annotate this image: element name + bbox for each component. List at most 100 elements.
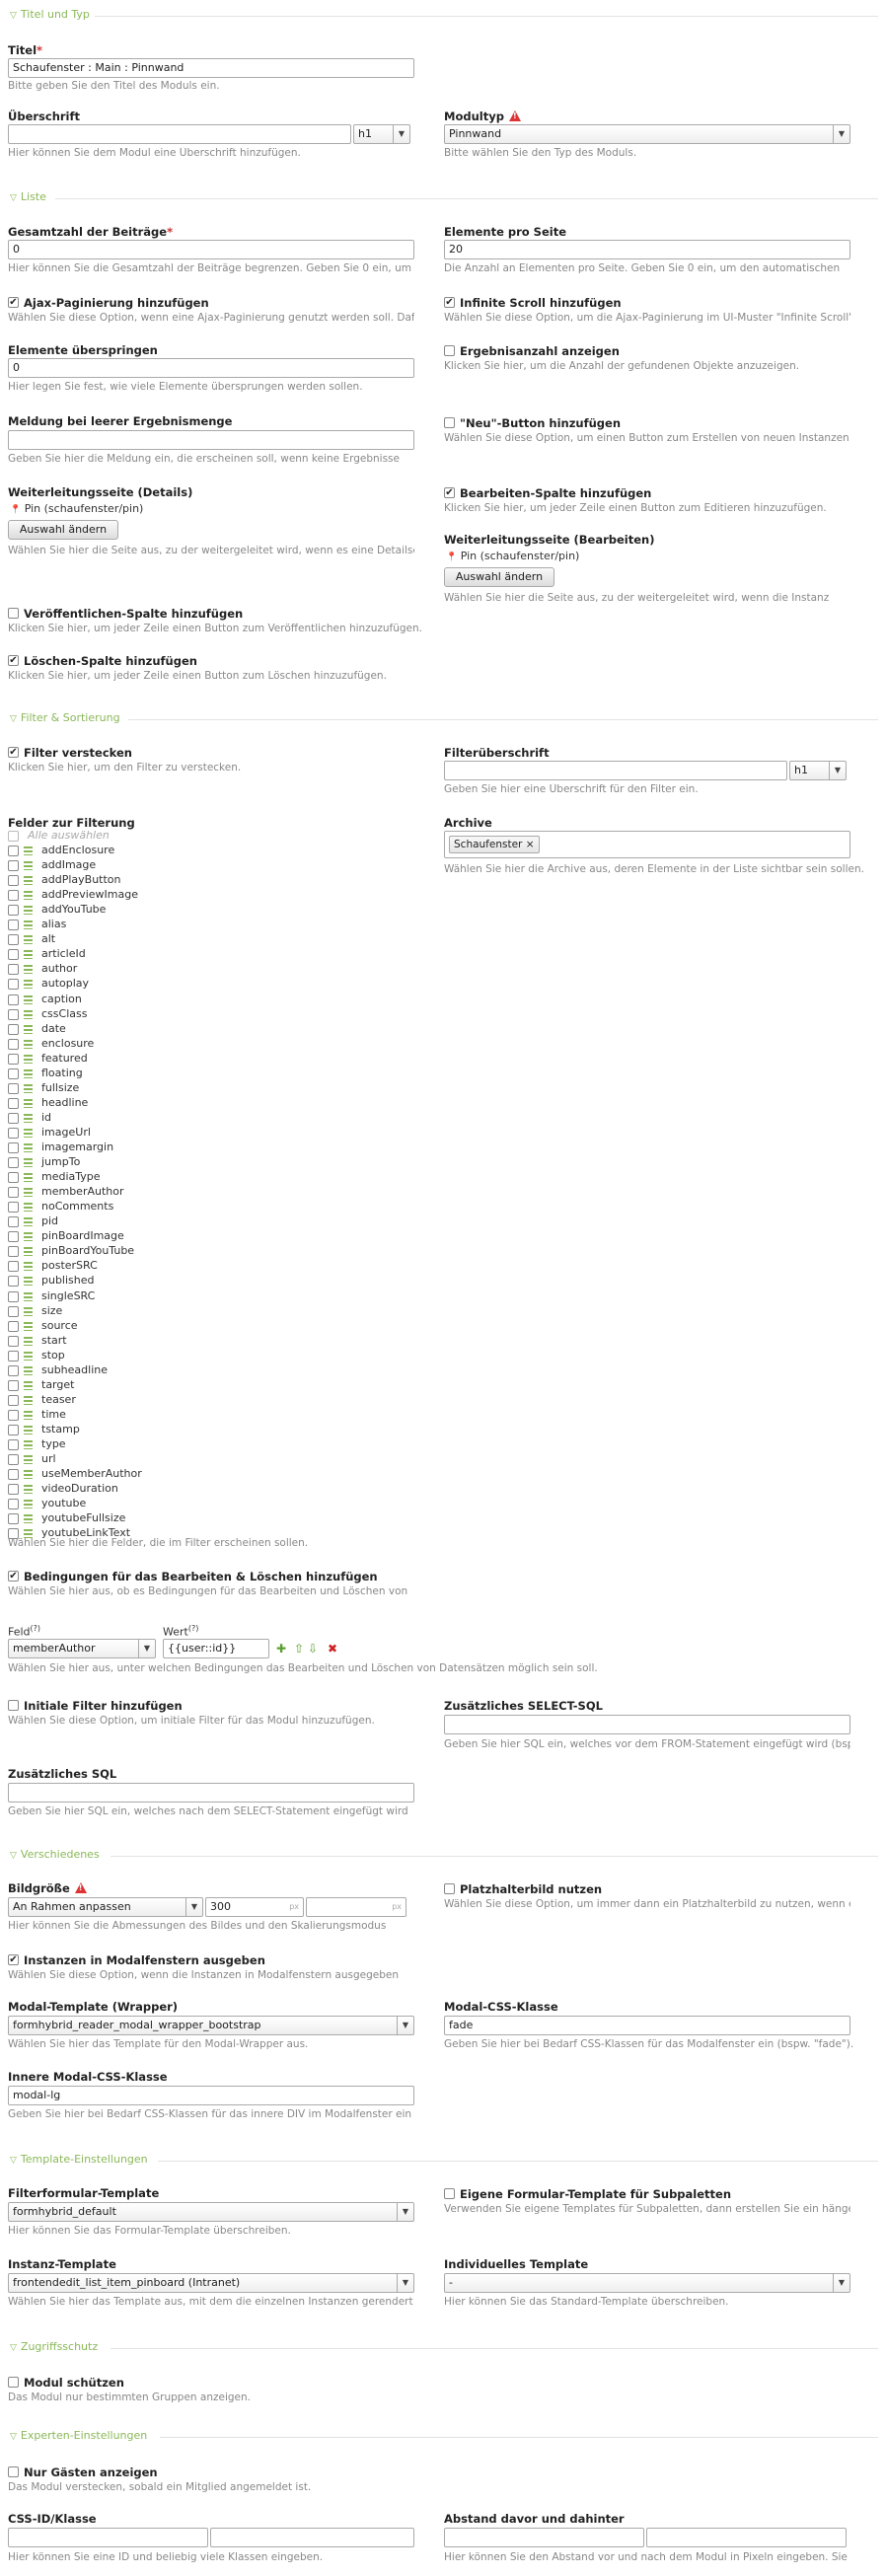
field-checkbox[interactable] [8,964,19,975]
initiale-checkbox[interactable] [8,1700,19,1711]
modultyp-select[interactable]: Pinnwand ▼ [444,124,850,144]
field-checkbox[interactable] [8,1499,19,1509]
drag-handle-icon[interactable] [24,980,33,989]
field-checkbox[interactable] [8,1187,19,1198]
drag-handle-icon[interactable] [24,906,33,915]
field-checkbox[interactable] [8,1024,19,1035]
drag-handle-icon[interactable] [24,1010,33,1019]
field-checkbox[interactable] [8,890,19,901]
abstand-dahinter-input[interactable] [646,2528,847,2547]
field-checkbox[interactable] [8,875,19,886]
field-checkbox[interactable] [8,1395,19,1406]
gaeste-checkbox[interactable] [8,2466,19,2477]
title-input[interactable]: Schaufenster : Main : Pinnwand [8,58,414,78]
field-checkbox[interactable] [8,905,19,916]
drag-handle-icon[interactable] [24,1514,33,1523]
instanz-template-select[interactable]: frontendedit_list_item_pinboard (Intrane… [8,2273,414,2293]
filterueberschrift-unit-select[interactable]: h1 ▼ [789,761,847,780]
proseite-input[interactable]: 20 [444,240,850,259]
field-checkbox[interactable] [8,934,19,945]
field-checkbox[interactable] [8,1009,19,1020]
css-class-input[interactable] [210,2528,414,2547]
delete-row-icon[interactable]: ✖ [328,1643,337,1655]
modal-template-select[interactable]: formhybrid_reader_modal_wrapper_bootstra… [8,2016,414,2035]
ueberschrift-unit-select[interactable]: h1 ▼ [353,124,410,144]
field-checkbox[interactable] [8,1351,19,1362]
ueberspringen-input[interactable]: 0 [8,358,414,378]
drag-handle-icon[interactable] [24,1084,33,1093]
drag-handle-icon[interactable] [24,1173,33,1182]
ueberschrift-input[interactable] [8,124,351,144]
drag-handle-icon[interactable] [24,1055,33,1064]
feld-select[interactable]: memberAuthor ▼ [8,1639,156,1658]
archive-tag[interactable]: Schaufenster × [449,836,540,853]
abstand-davor-input[interactable] [444,2528,644,2547]
gesamtzahl-input[interactable]: 0 [8,240,414,259]
field-checkbox[interactable] [8,920,19,930]
field-checkbox[interactable] [8,1439,19,1450]
legend-liste[interactable]: ▽ Liste [10,190,46,203]
drag-handle-icon[interactable] [24,1381,33,1390]
field-checkbox[interactable] [8,994,19,1005]
select-all-checkbox[interactable] [8,831,19,842]
field-checkbox[interactable] [8,1142,19,1153]
drag-handle-icon[interactable] [24,1217,33,1226]
filterueberschrift-input[interactable] [444,761,787,780]
drag-handle-icon[interactable] [24,1337,33,1346]
zus-sql-input[interactable] [8,1783,414,1803]
drag-handle-icon[interactable] [24,1262,33,1271]
auswahl-aendern-button[interactable]: Auswahl ändern [8,520,118,540]
drag-handle-icon[interactable] [24,965,33,974]
drag-handle-icon[interactable] [24,1426,33,1435]
field-checkbox[interactable] [8,846,19,856]
filterformular-select[interactable]: formhybrid_default ▼ [8,2202,414,2222]
bedingungen-checkbox[interactable]: ✔ [8,1571,19,1582]
field-checkbox[interactable] [8,1336,19,1347]
field-checkbox[interactable] [8,1410,19,1421]
drag-handle-icon[interactable] [24,1396,33,1405]
field-checkbox[interactable] [8,1113,19,1124]
drag-handle-icon[interactable] [24,1307,33,1316]
drag-handle-icon[interactable] [24,1470,33,1479]
infinite-checkbox[interactable]: ✔ [444,297,455,308]
drag-handle-icon[interactable] [24,1188,33,1197]
field-checkbox[interactable] [8,1513,19,1524]
filter-verstecken-checkbox[interactable]: ✔ [8,747,19,758]
bildgroesse-height-input[interactable]: px [306,1897,406,1917]
drag-handle-icon[interactable] [24,1366,33,1375]
loeschen-checkbox[interactable]: ✔ [8,655,19,666]
move-down-icon[interactable]: ⇩ [308,1643,318,1655]
drag-handle-icon[interactable] [24,1292,33,1301]
veroeffentlichen-checkbox[interactable] [8,608,19,619]
drag-handle-icon[interactable] [24,1352,33,1361]
modalfenster-checkbox[interactable]: ✔ [8,1954,19,1965]
legend-filter-sortierung[interactable]: ▽ Filter & Sortierung [10,711,120,724]
drag-handle-icon[interactable] [24,950,33,959]
platzhalter-checkbox[interactable] [444,1883,455,1894]
drag-handle-icon[interactable] [24,891,33,900]
legend-verschiedenes[interactable]: ▽ Verschiedenes [10,1848,100,1861]
drag-handle-icon[interactable] [24,1203,33,1212]
wert-input[interactable]: {{user::id}} [163,1639,269,1658]
drag-handle-icon[interactable] [24,1500,33,1509]
ajax-checkbox[interactable]: ✔ [8,297,19,308]
field-checkbox[interactable] [8,1068,19,1079]
field-checkbox[interactable] [8,1039,19,1050]
field-checkbox[interactable] [8,1157,19,1168]
field-checkbox[interactable] [8,1054,19,1065]
drag-handle-icon[interactable] [24,861,33,870]
drag-handle-icon[interactable] [24,1232,33,1241]
drag-handle-icon[interactable] [24,1277,33,1286]
field-checkbox[interactable] [8,1202,19,1213]
drag-handle-icon[interactable] [24,846,33,855]
legend-zugriffsschutz[interactable]: ▽ Zugriffsschutz [10,2340,98,2353]
field-checkbox[interactable] [8,1306,19,1317]
ergebnisanzahl-checkbox[interactable] [444,345,455,356]
field-checkbox[interactable] [8,1261,19,1272]
drag-handle-icon[interactable] [24,1158,33,1167]
drag-handle-icon[interactable] [24,1099,33,1108]
field-checkbox[interactable] [8,1484,19,1495]
auswahl-aendern-button[interactable]: Auswahl ändern [444,567,554,587]
select-sql-input[interactable] [444,1715,850,1734]
drag-handle-icon[interactable] [24,1247,33,1256]
